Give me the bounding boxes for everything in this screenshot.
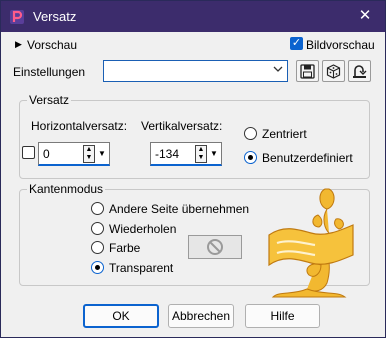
close-icon: ✕ [358, 7, 372, 24]
no-color-icon [207, 239, 223, 255]
edge-mode-group-title: Kantenmodus [27, 182, 106, 196]
edge-option-wrap-label: Andere Seite übernehmen [109, 202, 250, 216]
custom-label: Benutzerdefiniert [262, 151, 353, 165]
horizontal-offset-stepper[interactable]: ▲ ▼ [83, 145, 95, 163]
edge-option-wrap-radio[interactable] [91, 202, 104, 215]
offset-group-title: Versatz [27, 93, 72, 107]
image-preview-label: Bildvorschau [306, 38, 375, 52]
slider-popup-icon[interactable]: ▼ [96, 145, 108, 163]
edge-color-swatch[interactable] [188, 235, 242, 259]
stepper-down-icon[interactable]: ▼ [84, 154, 94, 162]
random-settings-icon [326, 64, 341, 79]
horizontal-offset-label: Horizontalversatz: [31, 119, 128, 133]
stepper-down-icon[interactable]: ▼ [196, 154, 206, 162]
ok-button[interactable]: OK [83, 304, 159, 328]
random-settings-button[interactable] [322, 60, 345, 82]
stepper-up-icon[interactable]: ▲ [196, 146, 206, 154]
edge-option-transparent-radio[interactable] [91, 261, 104, 274]
title-bar: Versatz ✕ [1, 1, 385, 32]
centered-label: Zentriert [262, 127, 307, 141]
vertical-offset-spinbox[interactable]: -134 ▲ ▼ ▼ [150, 142, 222, 166]
offset-dialog: Versatz ✕ ▶ Vorschau ✓ Bildvorschau Eins… [0, 0, 386, 338]
slider-popup-icon[interactable]: ▼ [208, 145, 220, 163]
horizontal-offset-spinbox[interactable]: 0 ▲ ▼ ▼ [38, 142, 110, 166]
vertical-offset-stepper[interactable]: ▲ ▼ [195, 145, 207, 163]
link-offsets-checkbox[interactable] [22, 146, 35, 159]
custom-radio[interactable] [244, 151, 257, 164]
help-button[interactable]: Hilfe [245, 304, 320, 328]
settings-label: Einstellungen [13, 65, 86, 79]
reset-button[interactable] [348, 60, 371, 82]
preview-toggle-label[interactable]: Vorschau [27, 38, 77, 52]
centered-radio[interactable] [244, 127, 257, 140]
close-button[interactable]: ✕ [351, 4, 379, 28]
edge-option-repeat-radio[interactable] [91, 222, 104, 235]
save-preset-button[interactable] [296, 60, 319, 82]
vertical-offset-input[interactable]: -134 [155, 147, 179, 161]
paintshop-app-icon [10, 10, 24, 24]
edge-option-repeat-label: Wiederholen [109, 222, 177, 236]
offset-group: Versatz [19, 93, 370, 179]
watermark-flower-logo [268, 188, 354, 298]
vertical-offset-label: Vertikalversatz: [141, 119, 223, 133]
preview-toggle-icon[interactable]: ▶ [15, 39, 22, 50]
edge-option-color-radio[interactable] [91, 241, 104, 254]
reset-icon [353, 65, 367, 78]
horizontal-offset-input[interactable]: 0 [43, 147, 50, 161]
image-preview-checkbox[interactable]: ✓ [290, 37, 303, 50]
chevron-down-icon[interactable] [271, 62, 285, 80]
edge-option-color-label: Farbe [109, 241, 141, 255]
save-preset-icon [300, 64, 315, 79]
stepper-up-icon[interactable]: ▲ [84, 146, 94, 154]
settings-combobox[interactable] [103, 60, 288, 82]
cancel-button[interactable]: Abbrechen [168, 304, 234, 328]
edge-option-transparent-label: Transparent [109, 261, 174, 275]
window-title: Versatz [33, 9, 77, 24]
